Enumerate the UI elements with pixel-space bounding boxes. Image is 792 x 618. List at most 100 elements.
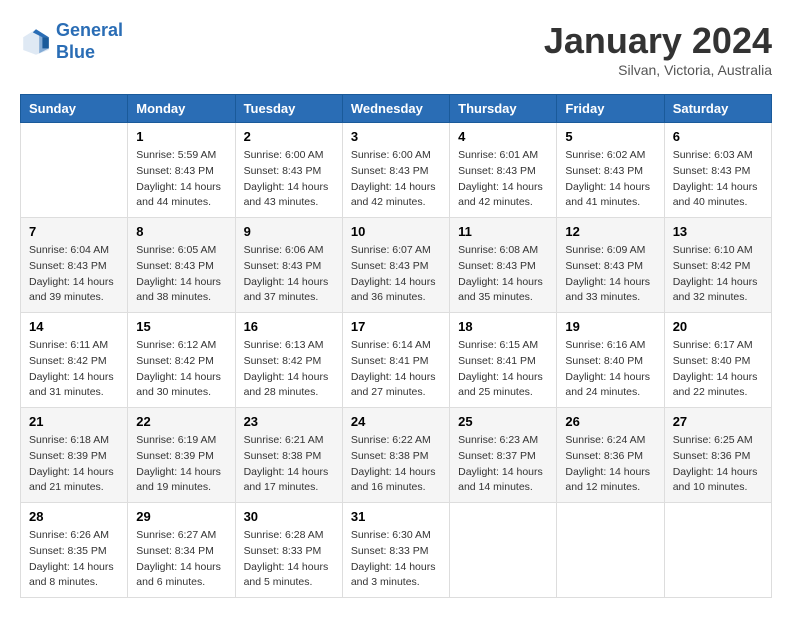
date-number: 19 <box>565 319 655 334</box>
calendar-cell: 9 Sunrise: 6:06 AMSunset: 8:43 PMDaylight… <box>235 218 342 313</box>
cell-info: Sunrise: 6:24 AMSunset: 8:36 PMDaylight:… <box>565 433 655 496</box>
calendar-cell: 6 Sunrise: 6:03 AMSunset: 8:43 PMDaylight… <box>664 123 771 218</box>
main-title: January 2024 <box>544 20 772 62</box>
date-number: 20 <box>673 319 763 334</box>
calendar-cell: 25 Sunrise: 6:23 AMSunset: 8:37 PMDayligh… <box>450 408 557 503</box>
date-number: 21 <box>29 414 119 429</box>
date-number: 31 <box>351 509 441 524</box>
calendar-cell: 16Sunrise: 6:13 AMSunset: 8:42 PMDayligh… <box>235 313 342 408</box>
logo: General Blue <box>20 20 123 63</box>
cell-info: Sunrise: 6:23 AMSunset: 8:37 PMDaylight:… <box>458 433 548 496</box>
date-number: 15 <box>136 319 226 334</box>
logo-icon <box>20 26 52 58</box>
header-day-friday: Friday <box>557 95 664 123</box>
cell-info: Sunrise: 6:18 AMSunset: 8:39 PMDaylight:… <box>29 433 119 496</box>
date-number: 7 <box>29 224 119 239</box>
logo-general: General <box>56 20 123 40</box>
date-number: 8 <box>136 224 226 239</box>
cell-info: Sunrise: 6:15 AMSunset: 8:41 PMDaylight:… <box>458 338 548 401</box>
calendar-cell: 14 Sunrise: 6:11 AMSunset: 8:42 PMDayligh… <box>21 313 128 408</box>
calendar-cell <box>557 503 664 598</box>
cell-info: Sunrise: 6:00 AMSunset: 8:43 PMDaylight:… <box>244 148 334 211</box>
date-number: 17 <box>351 319 441 334</box>
date-number: 26 <box>565 414 655 429</box>
subtitle: Silvan, Victoria, Australia <box>544 62 772 78</box>
cell-info: Sunrise: 6:22 AMSunset: 8:38 PMDaylight:… <box>351 433 441 496</box>
calendar-cell: 17 Sunrise: 6:14 AMSunset: 8:41 PMDayligh… <box>342 313 449 408</box>
date-number: 23 <box>244 414 334 429</box>
cell-info: Sunrise: 6:30 AMSunset: 8:33 PMDaylight:… <box>351 528 441 591</box>
cell-info: Sunrise: 6:03 AMSunset: 8:43 PMDaylight:… <box>673 148 763 211</box>
page-header: General Blue January 2024 Silvan, Victor… <box>20 20 772 78</box>
cell-info: Sunrise: 6:10 AMSunset: 8:42 PMDaylight:… <box>673 243 763 306</box>
calendar-cell: 5Sunrise: 6:02 AMSunset: 8:43 PMDaylight… <box>557 123 664 218</box>
header-row: SundayMondayTuesdayWednesdayThursdayFrid… <box>21 95 772 123</box>
calendar-cell: 21 Sunrise: 6:18 AMSunset: 8:39 PMDayligh… <box>21 408 128 503</box>
header-day-wednesday: Wednesday <box>342 95 449 123</box>
calendar-cell: 10Sunrise: 6:07 AMSunset: 8:43 PMDayligh… <box>342 218 449 313</box>
date-number: 25 <box>458 414 548 429</box>
week-row-2: 7 Sunrise: 6:04 AMSunset: 8:43 PMDaylight… <box>21 218 772 313</box>
header-day-monday: Monday <box>128 95 235 123</box>
week-row-3: 14 Sunrise: 6:11 AMSunset: 8:42 PMDayligh… <box>21 313 772 408</box>
cell-info: Sunrise: 6:01 AMSunset: 8:43 PMDaylight:… <box>458 148 548 211</box>
cell-info: Sunrise: 6:07 AMSunset: 8:43 PMDaylight:… <box>351 243 441 306</box>
date-number: 27 <box>673 414 763 429</box>
calendar-cell: 26 Sunrise: 6:24 AMSunset: 8:36 PMDayligh… <box>557 408 664 503</box>
cell-info: Sunrise: 6:04 AMSunset: 8:43 PMDaylight:… <box>29 243 119 306</box>
date-number: 28 <box>29 509 119 524</box>
calendar-cell: 31 Sunrise: 6:30 AMSunset: 8:33 PMDayligh… <box>342 503 449 598</box>
cell-info: Sunrise: 6:25 AMSunset: 8:36 PMDaylight:… <box>673 433 763 496</box>
title-block: January 2024 Silvan, Victoria, Australia <box>544 20 772 78</box>
cell-info: Sunrise: 6:19 AMSunset: 8:39 PMDaylight:… <box>136 433 226 496</box>
date-number: 3 <box>351 129 441 144</box>
calendar-header: SundayMondayTuesdayWednesdayThursdayFrid… <box>21 95 772 123</box>
calendar-cell: 20 Sunrise: 6:17 AMSunset: 8:40 PMDayligh… <box>664 313 771 408</box>
calendar-cell: 29Sunrise: 6:27 AMSunset: 8:34 PMDayligh… <box>128 503 235 598</box>
week-row-1: 1Sunrise: 5:59 AMSunset: 8:43 PMDaylight… <box>21 123 772 218</box>
cell-info: Sunrise: 6:05 AMSunset: 8:43 PMDaylight:… <box>136 243 226 306</box>
date-number: 29 <box>136 509 226 524</box>
cell-info: Sunrise: 6:08 AMSunset: 8:43 PMDaylight:… <box>458 243 548 306</box>
calendar-cell: 12 Sunrise: 6:09 AMSunset: 8:43 PMDayligh… <box>557 218 664 313</box>
calendar-table: SundayMondayTuesdayWednesdayThursdayFrid… <box>20 94 772 598</box>
calendar-cell: 2 Sunrise: 6:00 AMSunset: 8:43 PMDaylight… <box>235 123 342 218</box>
cell-info: Sunrise: 6:11 AMSunset: 8:42 PMDaylight:… <box>29 338 119 401</box>
logo-text: General Blue <box>56 20 123 63</box>
date-number: 9 <box>244 224 334 239</box>
calendar-cell <box>450 503 557 598</box>
calendar-body: 1Sunrise: 5:59 AMSunset: 8:43 PMDaylight… <box>21 123 772 598</box>
calendar-cell: 15 Sunrise: 6:12 AMSunset: 8:42 PMDayligh… <box>128 313 235 408</box>
date-number: 24 <box>351 414 441 429</box>
calendar-cell: 11 Sunrise: 6:08 AMSunset: 8:43 PMDayligh… <box>450 218 557 313</box>
cell-info: Sunrise: 6:17 AMSunset: 8:40 PMDaylight:… <box>673 338 763 401</box>
cell-info: Sunrise: 6:12 AMSunset: 8:42 PMDaylight:… <box>136 338 226 401</box>
date-number: 18 <box>458 319 548 334</box>
cell-info: Sunrise: 6:16 AMSunset: 8:40 PMDaylight:… <box>565 338 655 401</box>
header-day-tuesday: Tuesday <box>235 95 342 123</box>
date-number: 6 <box>673 129 763 144</box>
cell-info: Sunrise: 6:02 AMSunset: 8:43 PMDaylight:… <box>565 148 655 211</box>
calendar-cell: 3Sunrise: 6:00 AMSunset: 8:43 PMDaylight… <box>342 123 449 218</box>
calendar-cell: 7 Sunrise: 6:04 AMSunset: 8:43 PMDaylight… <box>21 218 128 313</box>
calendar-cell: 13 Sunrise: 6:10 AMSunset: 8:42 PMDayligh… <box>664 218 771 313</box>
date-number: 12 <box>565 224 655 239</box>
calendar-cell <box>664 503 771 598</box>
calendar-cell: 28 Sunrise: 6:26 AMSunset: 8:35 PMDayligh… <box>21 503 128 598</box>
calendar-cell: 8 Sunrise: 6:05 AMSunset: 8:43 PMDaylight… <box>128 218 235 313</box>
date-number: 11 <box>458 224 548 239</box>
date-number: 2 <box>244 129 334 144</box>
cell-info: Sunrise: 6:14 AMSunset: 8:41 PMDaylight:… <box>351 338 441 401</box>
cell-info: Sunrise: 6:26 AMSunset: 8:35 PMDaylight:… <box>29 528 119 591</box>
date-number: 22 <box>136 414 226 429</box>
date-number: 4 <box>458 129 548 144</box>
date-number: 14 <box>29 319 119 334</box>
calendar-cell: 19 Sunrise: 6:16 AMSunset: 8:40 PMDayligh… <box>557 313 664 408</box>
header-day-saturday: Saturday <box>664 95 771 123</box>
cell-info: Sunrise: 6:06 AMSunset: 8:43 PMDaylight:… <box>244 243 334 306</box>
cell-info: Sunrise: 5:59 AMSunset: 8:43 PMDaylight:… <box>136 148 226 211</box>
cell-info: Sunrise: 6:13 AMSunset: 8:42 PMDaylight:… <box>244 338 334 401</box>
date-number: 13 <box>673 224 763 239</box>
calendar-cell: 18 Sunrise: 6:15 AMSunset: 8:41 PMDayligh… <box>450 313 557 408</box>
cell-info: Sunrise: 6:09 AMSunset: 8:43 PMDaylight:… <box>565 243 655 306</box>
